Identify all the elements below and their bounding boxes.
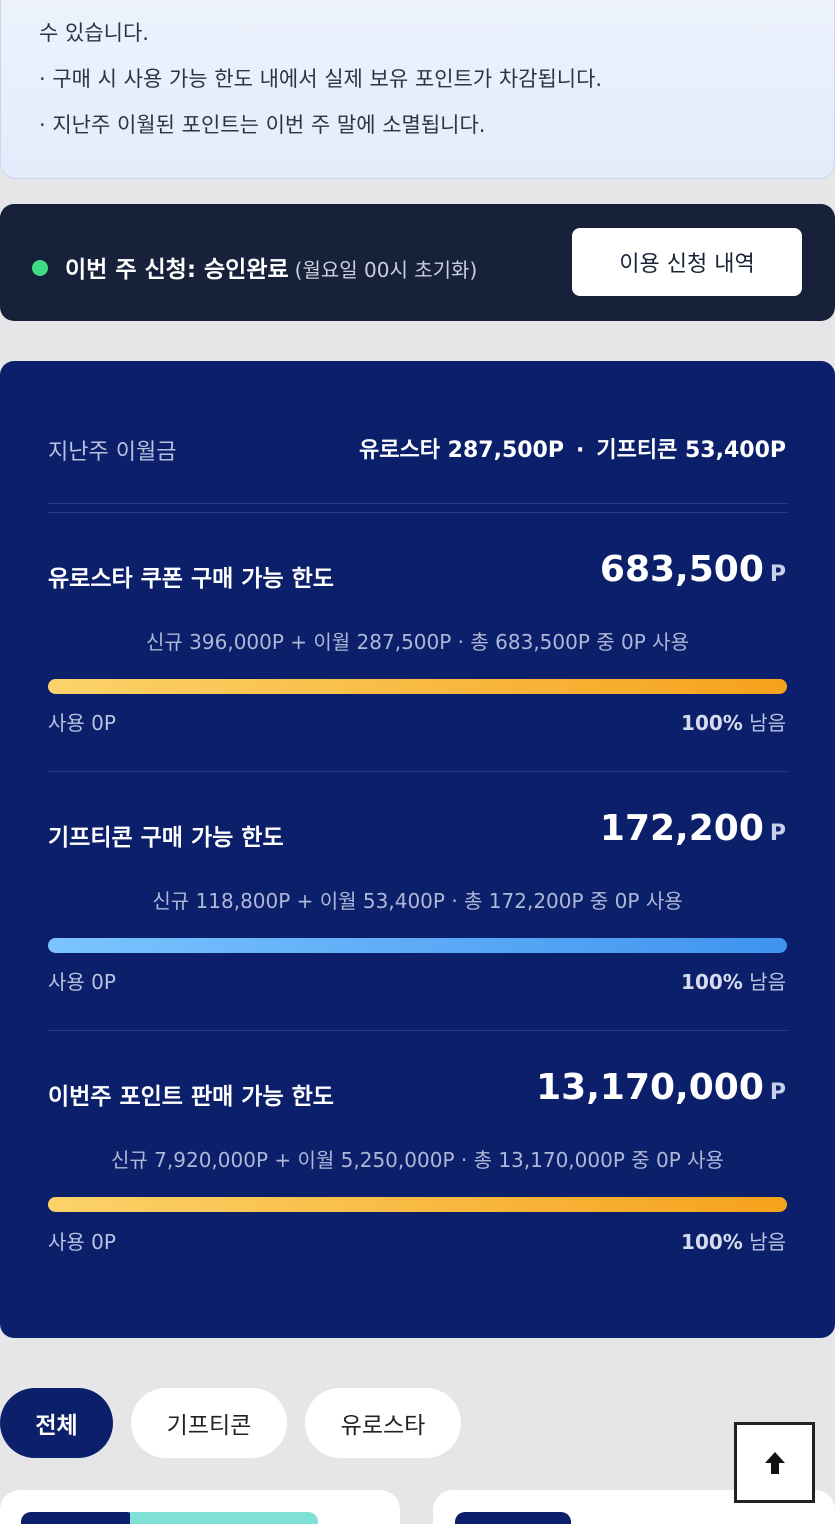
gifticon-limit-amount: 172,200 P — [600, 808, 786, 849]
eurostar-limit-title: 유로스타 쿠폰 구매 가능 한도 — [48, 566, 334, 592]
remaining-label: 남음 — [749, 711, 786, 735]
point-sale-progress-bar — [48, 1197, 787, 1212]
point-sale-limit-title: 이번주 포인트 판매 가능 한도 — [48, 1084, 334, 1110]
amount-value: 683,500 — [599, 549, 764, 590]
point-sale-used: 사용 0P — [48, 1230, 116, 1254]
divider — [48, 503, 787, 504]
eurostar-used: 사용 0P — [48, 711, 116, 735]
gifticon-limit-detail: 신규 118,800P + 이월 53,400P · 총 172,200P 중 … — [152, 889, 683, 913]
point-sale-limit-amount: 13,170,000 P — [536, 1067, 786, 1108]
status-reset-note: (월요일 00시 초기화) — [294, 258, 478, 282]
eurostar-progress-bar — [48, 679, 787, 694]
divider — [48, 771, 787, 772]
status-label: 이번 주 신청: 승인완료 — [65, 257, 289, 283]
point-sale-remaining: 100% 남음 — [681, 1226, 786, 1255]
usage-history-button[interactable]: 이용 신청 내역 — [572, 228, 802, 296]
amount-unit: P — [769, 821, 786, 846]
point-sale-limit-detail: 신규 7,920,000P + 이월 5,250,000P · 총 13,170… — [111, 1148, 724, 1172]
eurostar-limit-amount: 683,500 P — [600, 549, 786, 590]
carryover-separator: · — [576, 438, 585, 463]
amount-value: 172,200 — [599, 808, 764, 849]
divider — [48, 1030, 787, 1031]
arrow-up-icon — [764, 1451, 785, 1474]
status-text: 이번 주 신청: 승인완료 (월요일 00시 초기화) — [65, 250, 477, 284]
card-banner — [130, 1512, 318, 1524]
carryover-label: 지난주 이월금 — [48, 440, 177, 465]
amount-unit: P — [769, 1080, 786, 1105]
notice-line: · 지난주 이월된 포인트는 이번 주 말에 소멸됩니다. — [39, 113, 486, 137]
filter-chip-eurostar[interactable]: 유로스타 — [305, 1388, 461, 1458]
card-tag — [455, 1512, 571, 1524]
product-card[interactable] — [0, 1490, 400, 1524]
gifticon-remaining: 100% 남음 — [681, 966, 786, 995]
card-tag — [21, 1512, 137, 1524]
remaining-label: 남음 — [749, 1230, 786, 1254]
amount-unit: P — [769, 562, 786, 587]
remaining-percent: 100% — [681, 711, 743, 735]
remaining-percent: 100% — [681, 970, 743, 994]
status-indicator-dot — [32, 260, 48, 276]
notice-line: 수 있습니다. — [39, 21, 149, 45]
amount-value: 13,170,000 — [536, 1067, 764, 1108]
eurostar-limit-detail: 신규 396,000P + 이월 287,500P · 총 683,500P 중… — [146, 630, 689, 654]
carryover-values: 유로스타 287,500P · 기프티콘 53,400P — [359, 432, 786, 464]
divider — [48, 512, 787, 513]
remaining-label: 남음 — [749, 970, 786, 994]
carryover-eurostar: 유로스타 287,500P — [359, 438, 564, 463]
gifticon-used: 사용 0P — [48, 970, 116, 994]
filter-chip-gifticon[interactable]: 기프티콘 — [131, 1388, 287, 1458]
eurostar-remaining: 100% 남음 — [681, 707, 786, 736]
gifticon-limit-title: 기프티콘 구매 가능 한도 — [48, 825, 284, 851]
gifticon-progress-bar — [48, 938, 787, 953]
carryover-gifticon: 기프티콘 53,400P — [596, 438, 786, 463]
filter-chip-all[interactable]: 전체 — [0, 1388, 113, 1458]
remaining-percent: 100% — [681, 1230, 743, 1254]
notice-box: 수 있습니다. · 구매 시 사용 가능 한도 내에서 실제 보유 포인트가 차… — [0, 0, 835, 179]
scroll-to-top-button[interactable] — [734, 1422, 815, 1503]
notice-line: · 구매 시 사용 가능 한도 내에서 실제 보유 포인트가 차감됩니다. — [39, 67, 603, 91]
